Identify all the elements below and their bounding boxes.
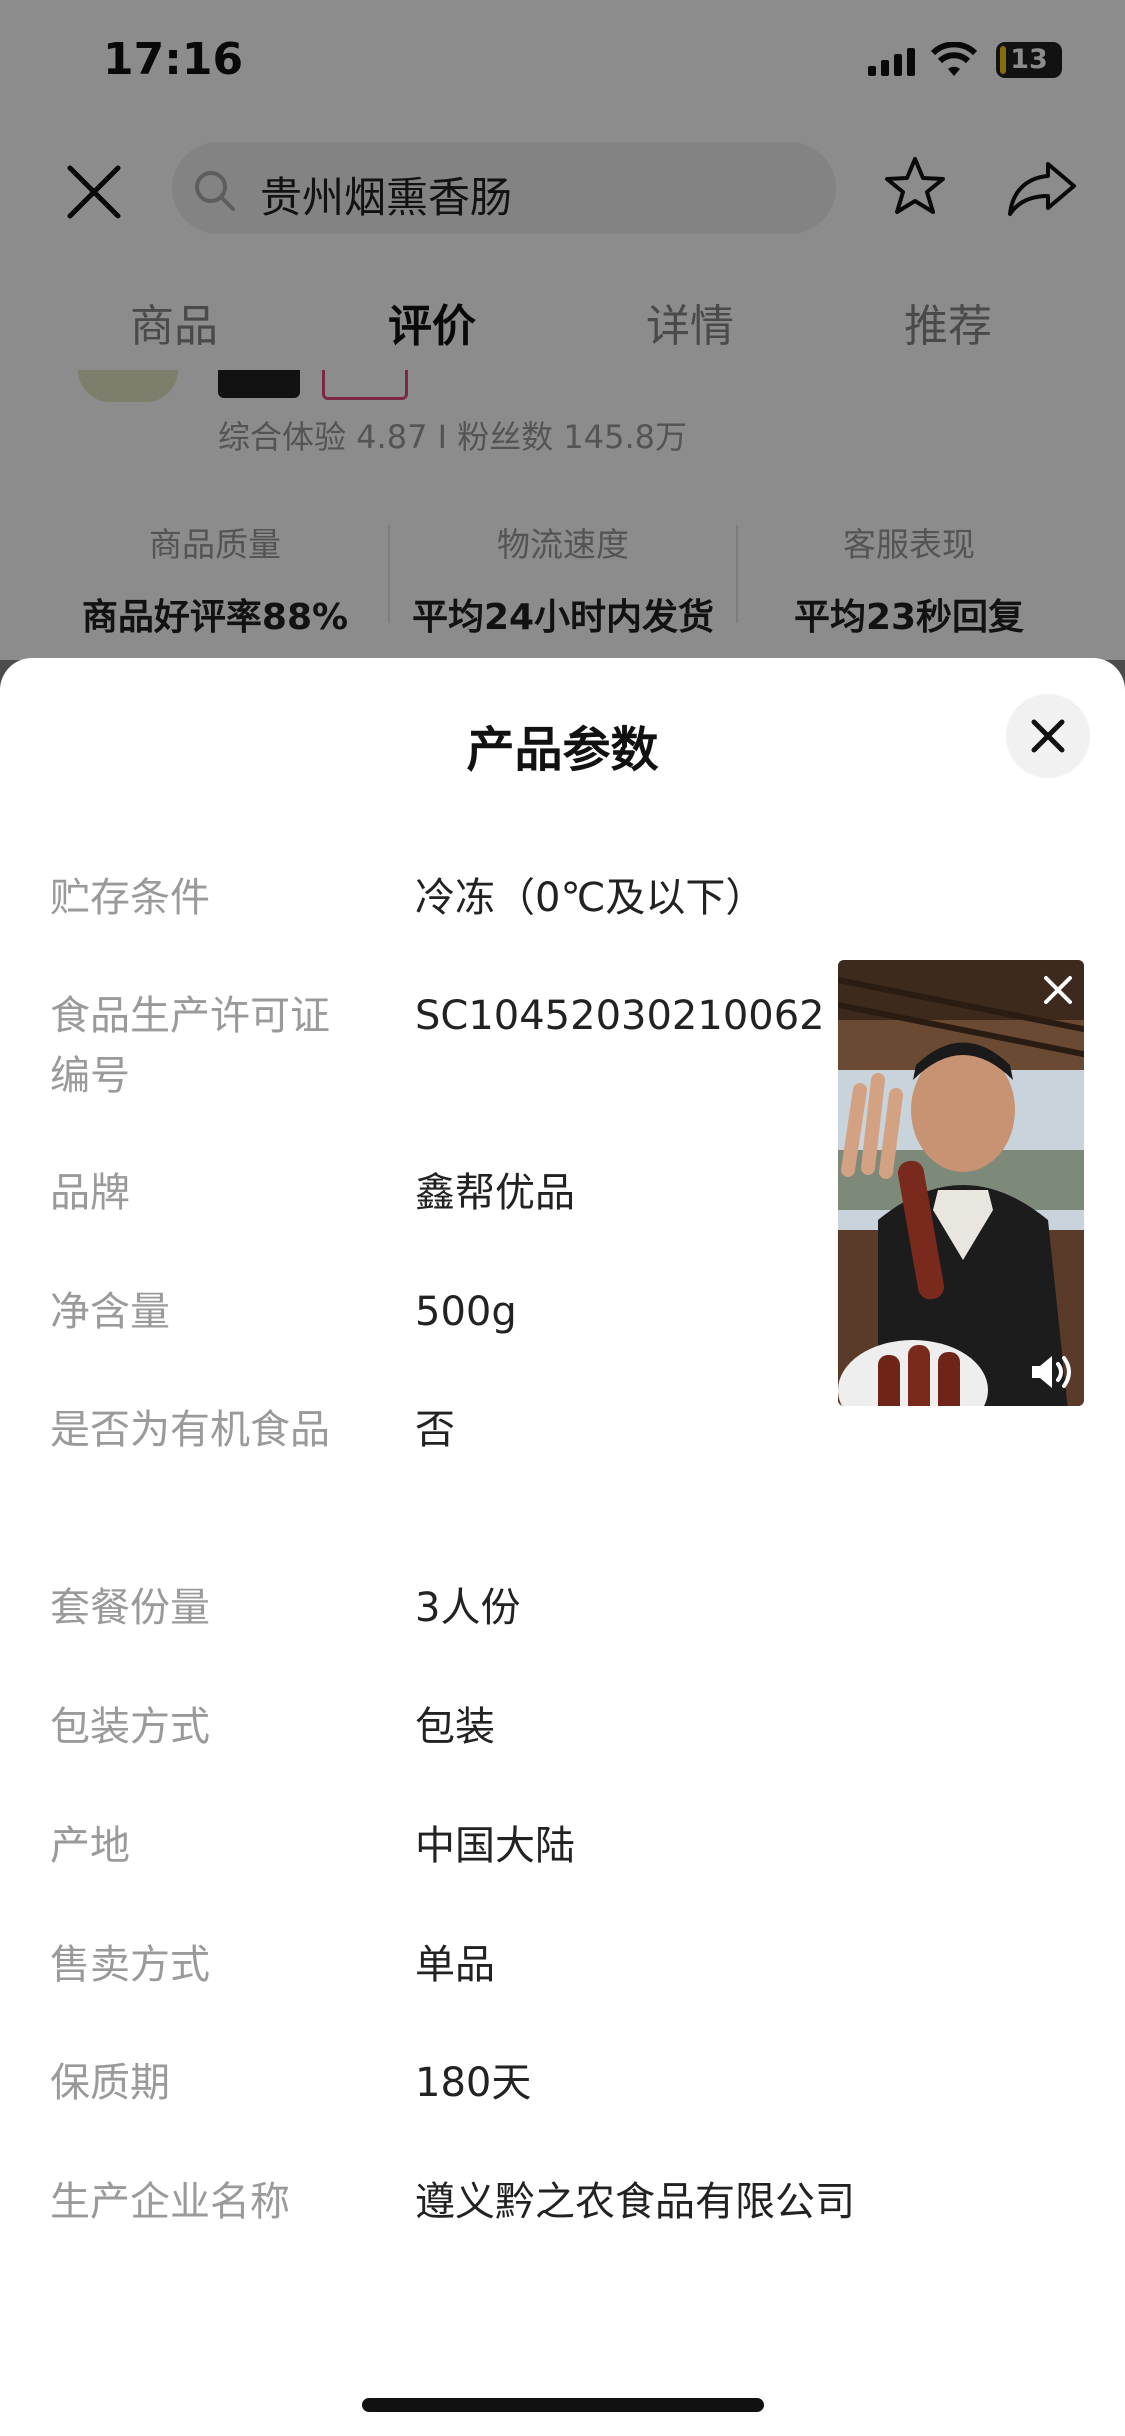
param-key: 食品生产许可证编号 [50, 993, 330, 1099]
param-value: 单品 [415, 1942, 495, 1988]
param-key: 套餐份量 [50, 1585, 210, 1631]
param-value: 180天 [415, 2060, 532, 2106]
close-icon [1031, 719, 1065, 753]
product-params-sheet: 产品参数 贮存条件 冷冻（0℃及以下） 食品生产许可证编号 SC10452030… [0, 658, 1125, 2436]
video-thumbnail [838, 960, 1084, 1406]
param-key: 售卖方式 [50, 1942, 210, 1988]
param-value: 否 [415, 1407, 455, 1453]
param-key: 包装方式 [50, 1704, 210, 1750]
param-value: 包装 [415, 1704, 495, 1750]
param-value: 中国大陆 [415, 1823, 575, 1869]
speaker-icon[interactable] [1028, 1352, 1076, 1392]
param-key: 产地 [50, 1823, 130, 1869]
param-key: 净含量 [50, 1289, 170, 1335]
param-key: 品牌 [50, 1170, 130, 1216]
param-value: SC10452030210062 [415, 993, 825, 1039]
param-value: 冷冻（0℃及以下） [415, 875, 766, 921]
param-value: 鑫帮优品 [415, 1170, 575, 1216]
param-value: 3人份 [415, 1585, 521, 1631]
param-key: 保质期 [50, 2060, 170, 2106]
sheet-close-button[interactable] [1006, 694, 1090, 778]
param-key: 生产企业名称 [50, 2179, 290, 2225]
param-value: 遵义黔之农食品有限公司 [415, 2179, 855, 2225]
floating-video-player[interactable] [836, 958, 1086, 1408]
param-key: 是否为有机食品 [50, 1407, 330, 1453]
sheet-title: 产品参数 [466, 722, 659, 778]
param-key: 贮存条件 [50, 875, 210, 921]
param-value: 500g [415, 1289, 517, 1335]
home-indicator [362, 2398, 764, 2412]
close-icon[interactable] [1038, 970, 1078, 1010]
